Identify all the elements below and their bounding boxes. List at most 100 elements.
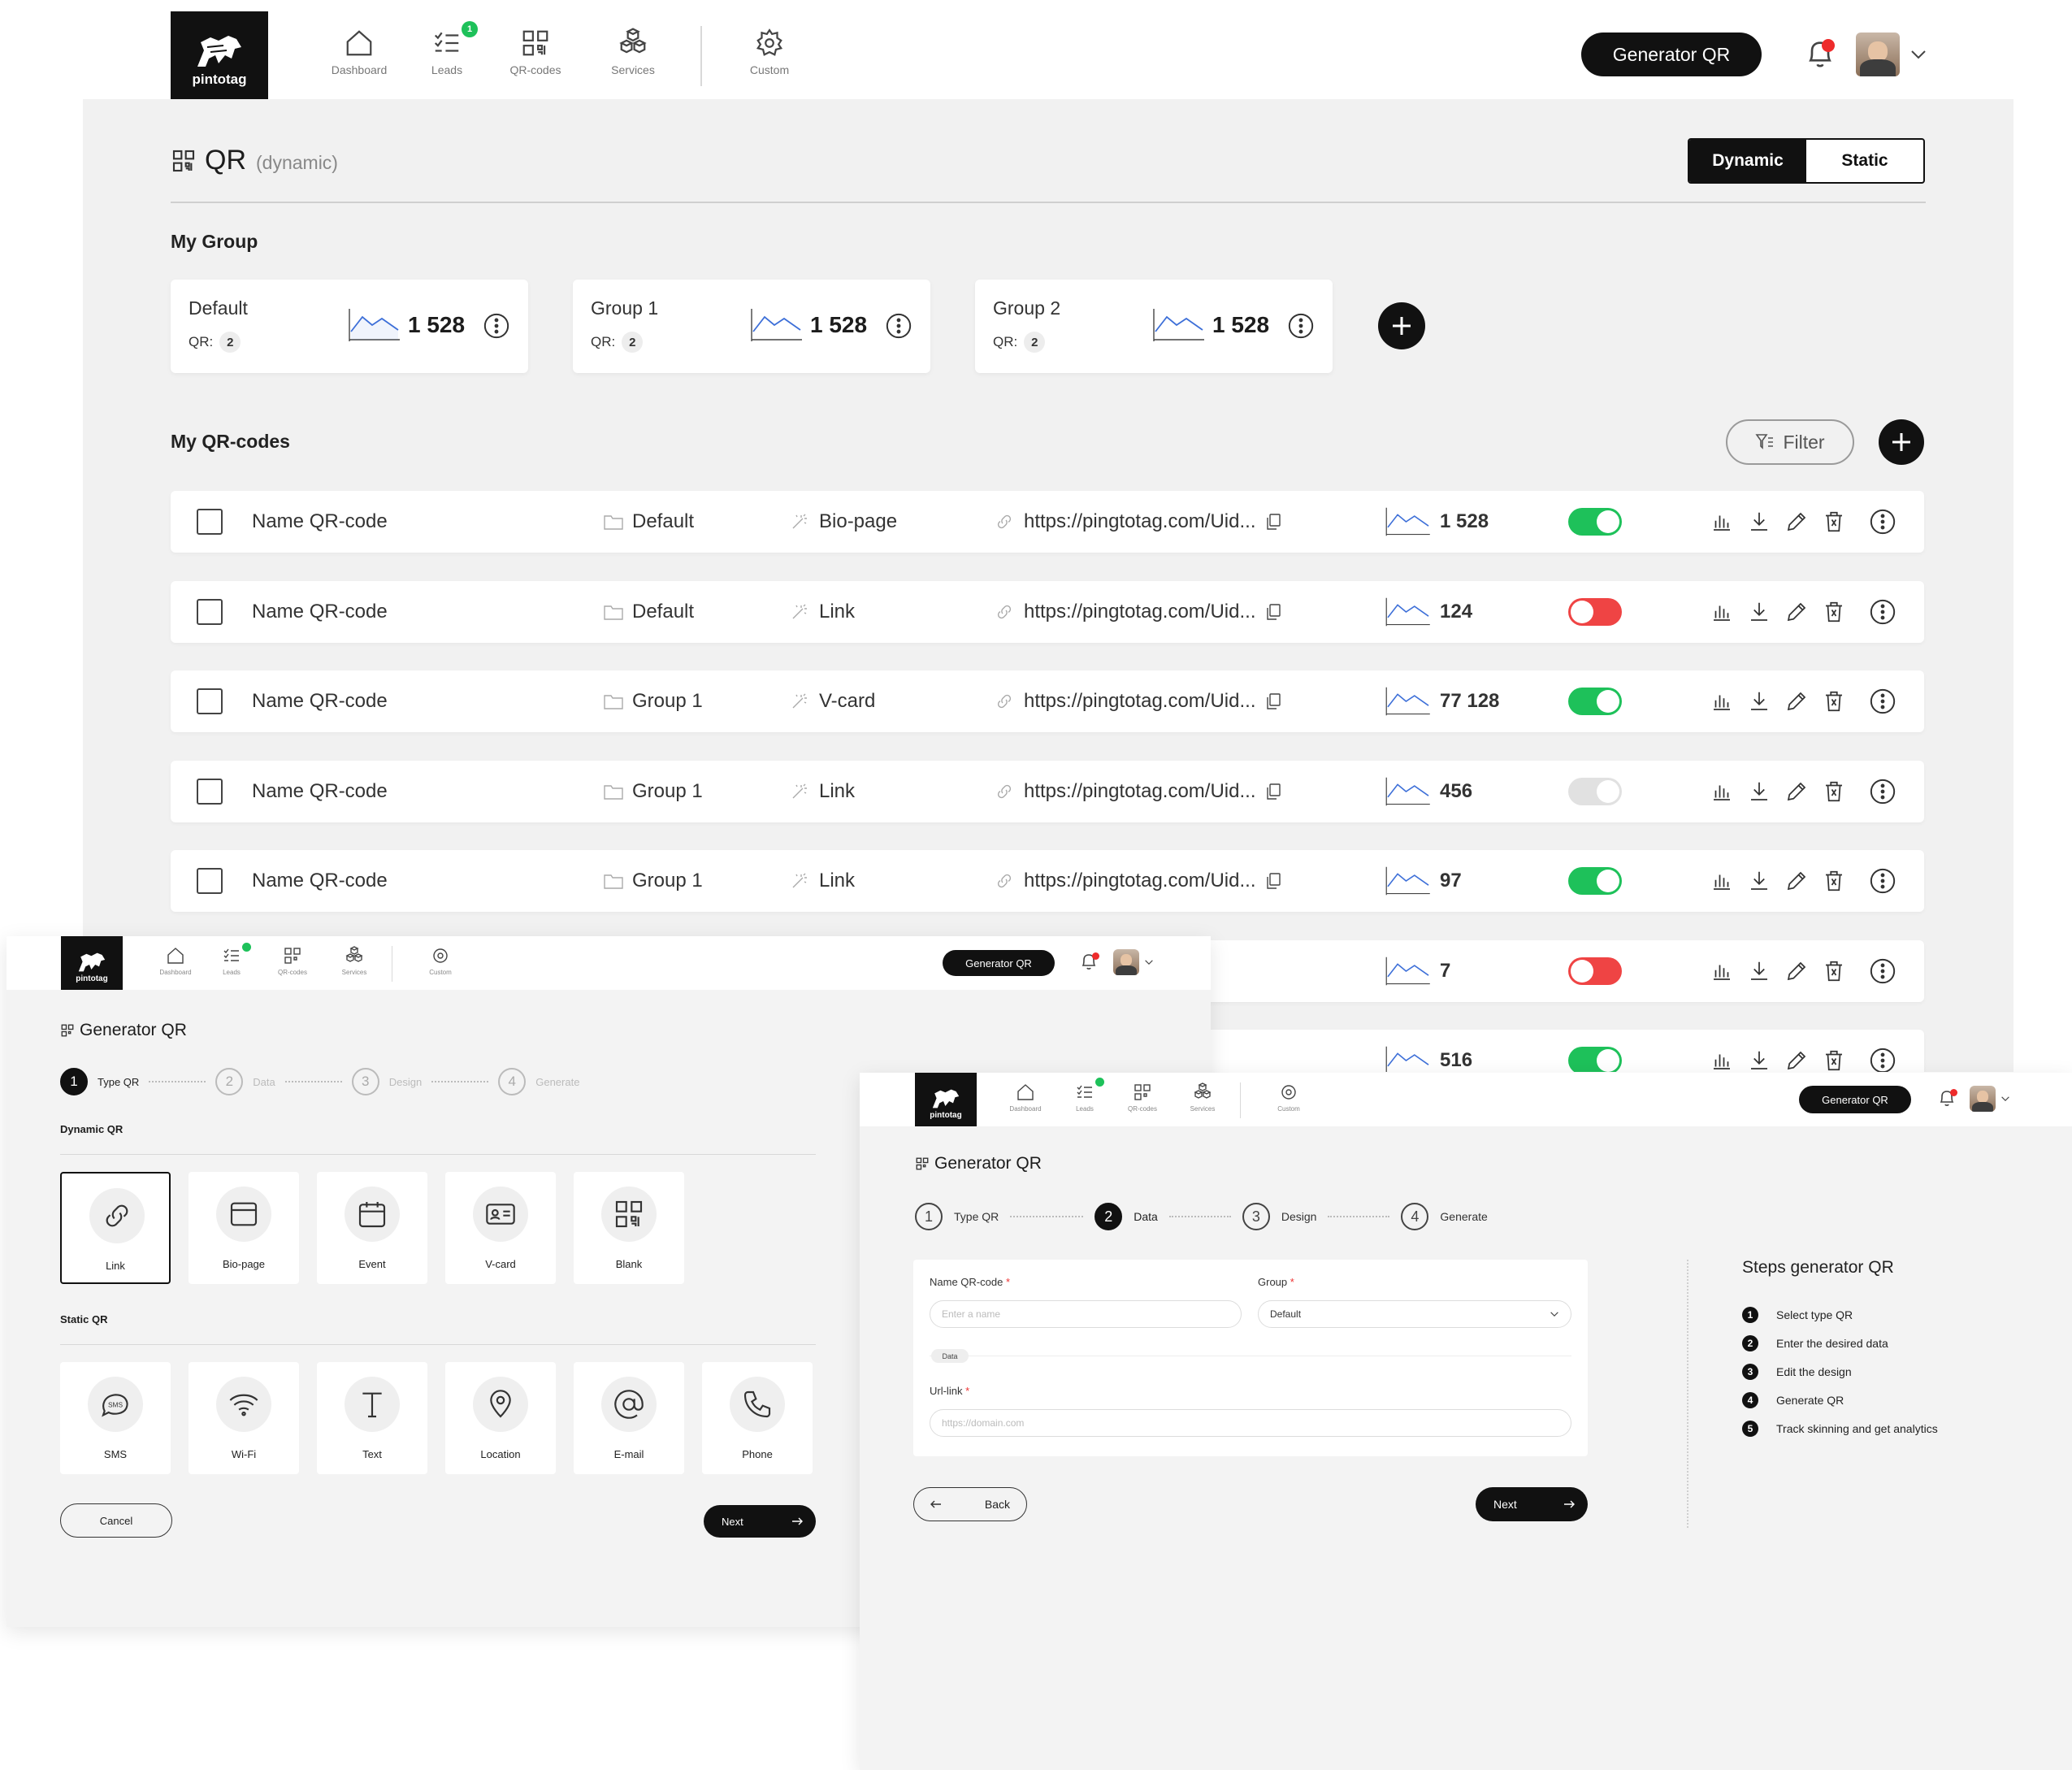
tab-static[interactable]: Static — [1806, 140, 1923, 182]
trash-icon[interactable] — [1822, 959, 1846, 983]
bar-chart-icon[interactable] — [1710, 510, 1734, 534]
qr-url-text[interactable]: https://pingtotag.com/Uid... — [1024, 510, 1255, 533]
trash-icon[interactable] — [1822, 1048, 1846, 1072]
nav-leads[interactable]: Leads — [1064, 1082, 1105, 1113]
row-more-button[interactable] — [1869, 761, 1896, 822]
row-more-button[interactable] — [1869, 491, 1896, 553]
user-avatar[interactable] — [1856, 33, 1900, 76]
qr-name[interactable]: Name QR-code — [252, 761, 388, 822]
edit-icon[interactable] — [1784, 600, 1809, 624]
nav-dashboard[interactable]: Dashboard — [150, 946, 202, 976]
tab-dynamic[interactable]: Dynamic — [1689, 140, 1806, 182]
qr-code-row[interactable]: Name QR-code Group 1 V-card https://pingtot… — [171, 670, 1924, 732]
row-more-button[interactable] — [1869, 940, 1896, 1002]
qr-code-row[interactable]: Name QR-code Group 1 Link https://pingtotag… — [171, 761, 1924, 822]
nav-qr-codes[interactable]: QR-codes — [268, 946, 317, 976]
qr-name[interactable]: Name QR-code — [252, 670, 388, 732]
row-checkbox[interactable] — [197, 581, 223, 643]
row-checkbox[interactable] — [197, 850, 223, 912]
copy-icon[interactable] — [1264, 602, 1283, 622]
qr-url-text[interactable]: https://pingtotag.com/Uid... — [1024, 601, 1255, 623]
nav-services[interactable]: Services — [330, 946, 379, 976]
more-icon[interactable] — [1287, 312, 1315, 340]
download-icon[interactable] — [1747, 869, 1771, 893]
type-tile-phone[interactable]: Phone — [702, 1362, 813, 1474]
group-card-default[interactable]: Default QR: 2 1 528 — [171, 280, 528, 373]
user-menu-toggle[interactable] — [1144, 959, 1154, 965]
qr-code-row[interactable]: Name QR-code Default Link https://pingtotag… — [171, 581, 1924, 643]
row-checkbox[interactable] — [197, 670, 223, 732]
type-tile-location[interactable]: Location — [445, 1362, 556, 1474]
generator-qr-button[interactable]: Generator QR — [1581, 33, 1762, 76]
nav-qr-codes[interactable]: QR-codes — [499, 28, 572, 76]
user-avatar[interactable] — [1970, 1086, 1996, 1112]
qr-url-text[interactable]: https://pingtotag.com/Uid... — [1024, 690, 1255, 713]
bar-chart-icon[interactable] — [1710, 1048, 1734, 1072]
qr-status-toggle[interactable] — [1568, 670, 1622, 732]
copy-icon[interactable] — [1264, 871, 1283, 891]
brand-logo[interactable]: pintotag — [915, 1073, 977, 1126]
next-button[interactable]: Next — [1476, 1487, 1588, 1521]
edit-icon[interactable] — [1784, 1048, 1809, 1072]
download-icon[interactable] — [1747, 689, 1771, 714]
qr-code-row[interactable]: Name QR-code Default Bio-page https://pingt… — [171, 491, 1924, 553]
trash-icon[interactable] — [1822, 510, 1846, 534]
type-tile-text[interactable]: Text — [317, 1362, 427, 1474]
user-avatar[interactable] — [1113, 949, 1139, 975]
row-more-button[interactable] — [1869, 581, 1896, 643]
qr-status-toggle[interactable] — [1568, 940, 1622, 1002]
download-icon[interactable] — [1747, 779, 1771, 804]
row-more-button[interactable] — [1869, 850, 1896, 912]
bar-chart-icon[interactable] — [1710, 689, 1734, 714]
nav-services[interactable]: Services — [1178, 1082, 1227, 1113]
brand-logo[interactable]: pintotag — [171, 11, 268, 99]
more-icon[interactable] — [483, 312, 510, 340]
add-qr-code-button[interactable] — [1879, 419, 1924, 465]
bar-chart-icon[interactable] — [1710, 600, 1734, 624]
edit-icon[interactable] — [1784, 689, 1809, 714]
nav-dashboard[interactable]: Dashboard — [314, 28, 404, 76]
qr-name[interactable]: Name QR-code — [252, 850, 388, 912]
download-icon[interactable] — [1747, 510, 1771, 534]
nav-qr-codes[interactable]: QR-codes — [1118, 1082, 1167, 1113]
type-tile-event[interactable]: Event — [317, 1172, 427, 1284]
qr-name[interactable]: Name QR-code — [252, 491, 388, 553]
user-menu-toggle[interactable] — [2000, 1095, 2010, 1102]
edit-icon[interactable] — [1784, 779, 1809, 804]
qr-status-toggle[interactable] — [1568, 1030, 1622, 1072]
row-checkbox[interactable] — [197, 491, 223, 553]
nav-services[interactable]: Services — [596, 28, 670, 76]
type-tile-bio-page[interactable]: Bio-page — [189, 1172, 299, 1284]
qr-status-toggle[interactable] — [1568, 761, 1622, 822]
qr-name[interactable]: Name QR-code — [252, 581, 388, 643]
row-checkbox[interactable] — [197, 761, 223, 822]
more-icon[interactable] — [885, 312, 912, 340]
type-tile-wi-fi[interactable]: Wi-Fi — [189, 1362, 299, 1474]
qr-name-input[interactable]: Enter a name — [930, 1300, 1242, 1328]
type-tile-link[interactable]: Link — [60, 1172, 171, 1284]
user-menu-toggle[interactable] — [1909, 49, 1927, 60]
bar-chart-icon[interactable] — [1710, 869, 1734, 893]
nav-custom[interactable]: Custom — [416, 946, 465, 976]
add-group-button[interactable] — [1378, 302, 1425, 349]
group-card-group-1[interactable]: Group 1 QR: 2 1 528 — [573, 280, 930, 373]
brand-logo[interactable]: pintotag — [61, 936, 123, 990]
edit-icon[interactable] — [1784, 869, 1809, 893]
nav-custom[interactable]: Custom — [733, 28, 806, 76]
next-button[interactable]: Next — [704, 1505, 816, 1538]
trash-icon[interactable] — [1822, 869, 1846, 893]
qr-status-toggle[interactable] — [1568, 850, 1622, 912]
type-tile-e-mail[interactable]: E-mail — [574, 1362, 684, 1474]
group-card-group-2[interactable]: Group 2 QR: 2 1 528 — [975, 280, 1333, 373]
download-icon[interactable] — [1747, 959, 1771, 983]
type-tile-sms[interactable]: SMS SMS — [60, 1362, 171, 1474]
back-button[interactable]: Back — [913, 1487, 1027, 1521]
filter-button[interactable]: Filter — [1726, 419, 1854, 465]
row-more-button[interactable] — [1869, 670, 1896, 732]
copy-icon[interactable] — [1264, 782, 1283, 801]
copy-icon[interactable] — [1264, 692, 1283, 711]
qr-status-toggle[interactable] — [1568, 491, 1622, 553]
generator-qr-button[interactable]: Generator QR — [1799, 1086, 1911, 1113]
download-icon[interactable] — [1747, 1048, 1771, 1072]
trash-icon[interactable] — [1822, 600, 1846, 624]
